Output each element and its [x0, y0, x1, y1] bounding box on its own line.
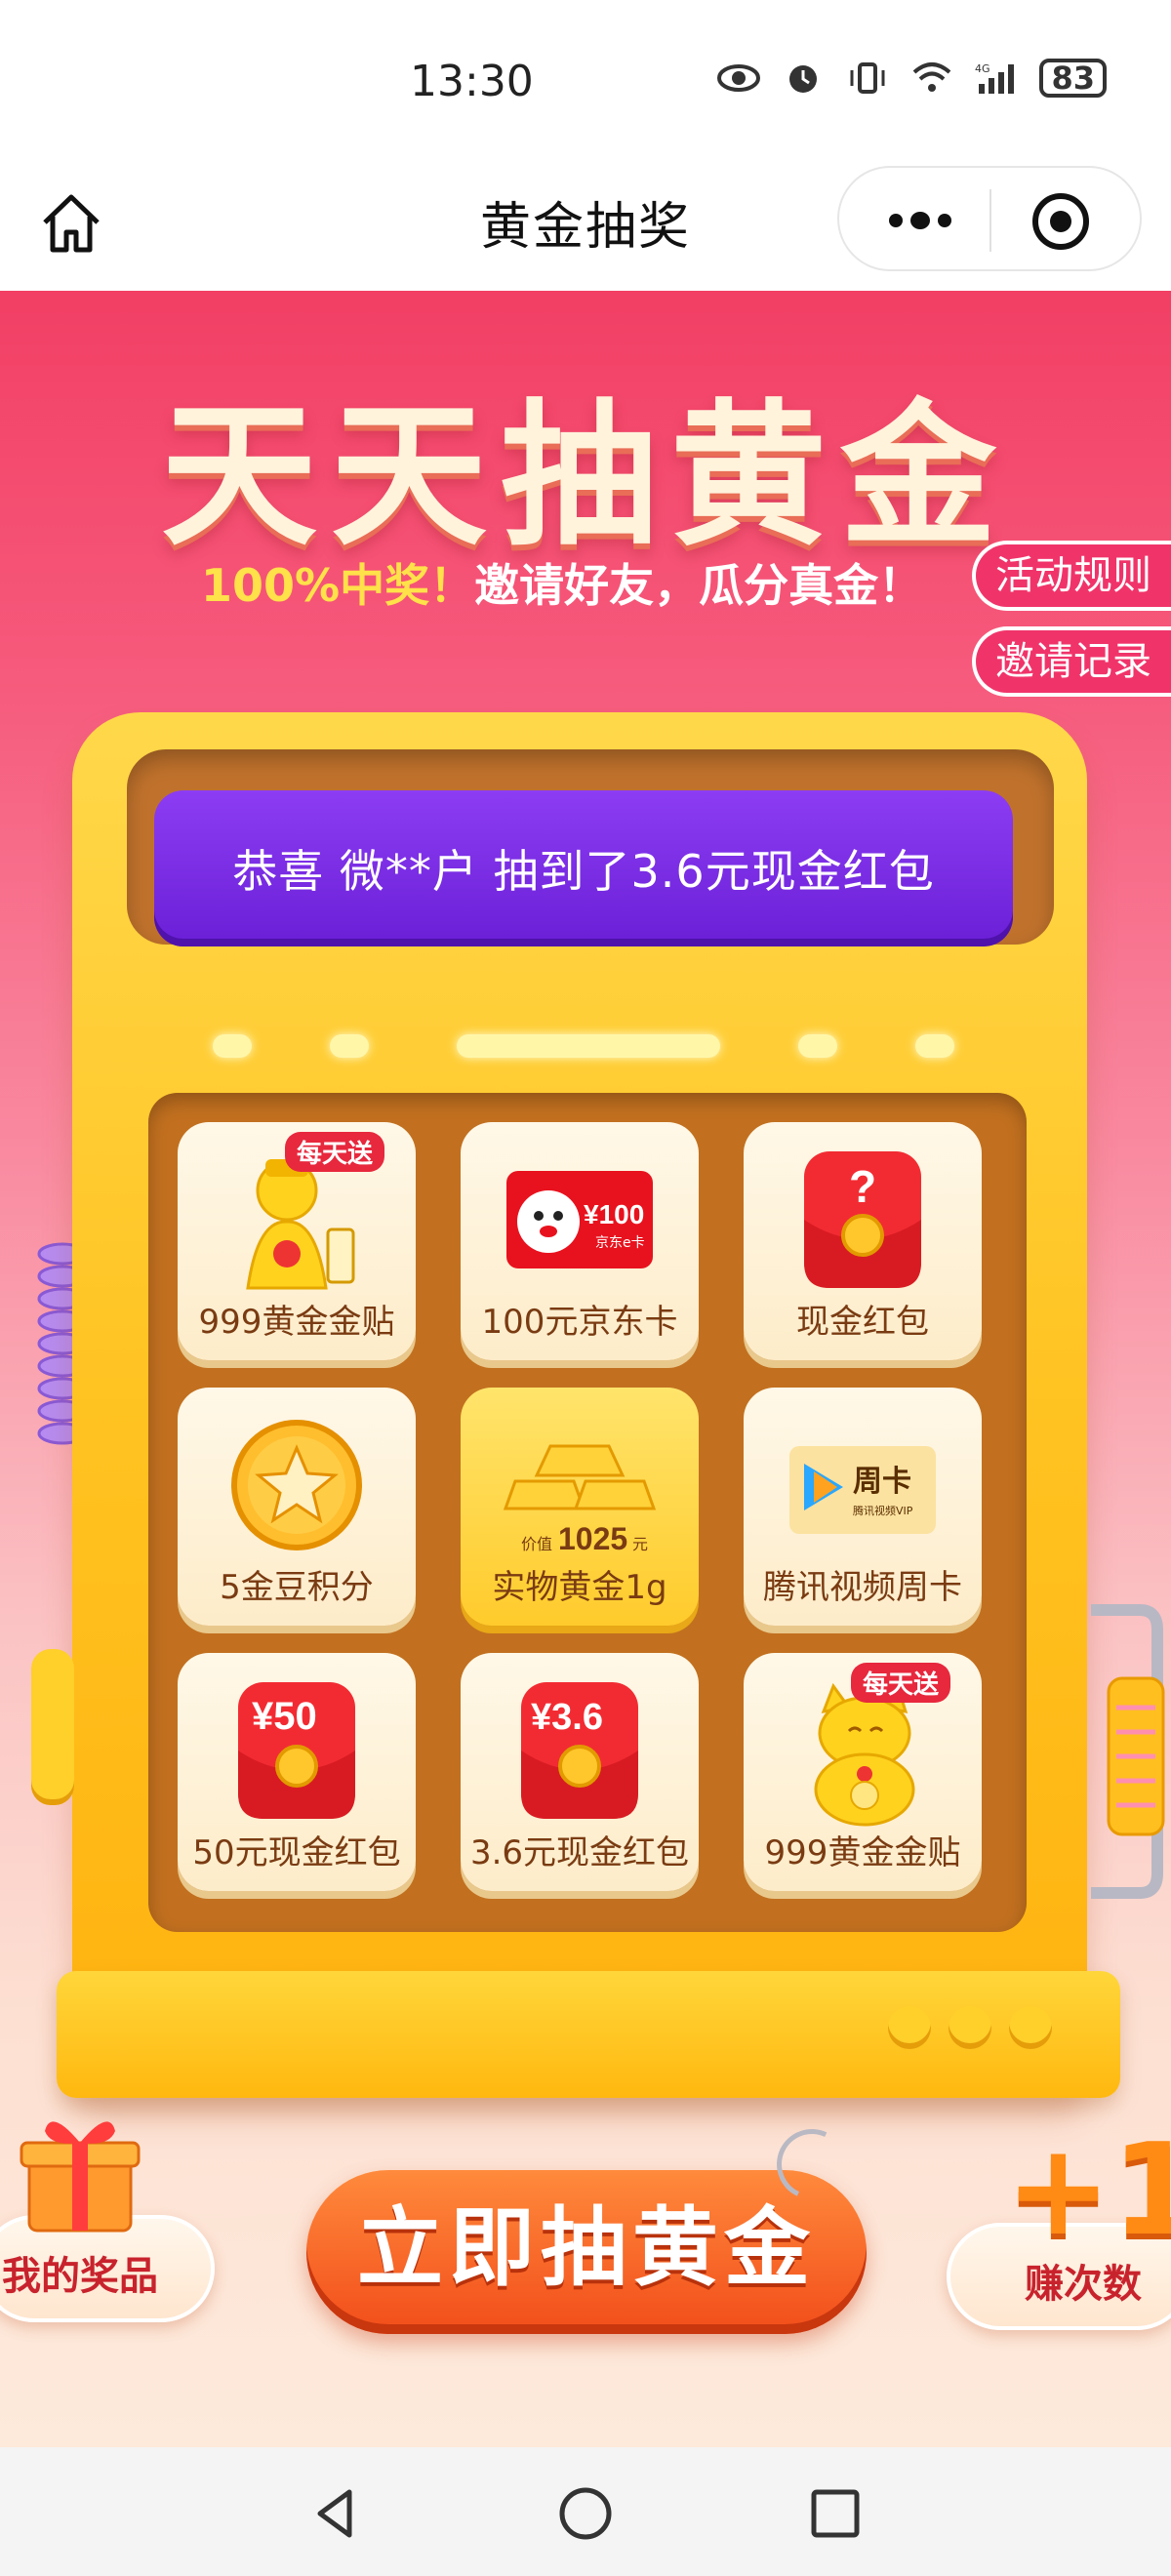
lottery-main: 天天抽黄金 100%中奖！邀请好友，瓜分真金！ 活动规则 邀请记录 恭喜 微**…	[0, 291, 1171, 2447]
light-dot	[213, 1034, 252, 1058]
subtitle-text: 邀请好友，瓜分真金！	[474, 559, 924, 612]
back-icon[interactable]	[306, 2484, 365, 2543]
prize-label: 999黄金金贴	[198, 1303, 395, 1342]
jd-card-icon: ¥100 京东e卡	[506, 1171, 653, 1268]
close-target-icon[interactable]	[1030, 191, 1091, 252]
value-number: 1025	[558, 1521, 627, 1556]
battery-indicator: 83	[1039, 59, 1107, 98]
prize-label: 3.6元现金红包	[469, 1833, 690, 1872]
system-nav-bar	[0, 2447, 1171, 2576]
side-knob	[31, 1649, 74, 1805]
prize-label: 实物黄金1g	[492, 1568, 667, 1607]
light-dot	[915, 1034, 954, 1058]
rules-tab[interactable]: 活动规则	[972, 541, 1171, 611]
light-bar	[457, 1034, 720, 1058]
base-dot	[888, 2006, 931, 2049]
prize-cell-center: 价值 1025 元 实物黄金1g	[461, 1388, 699, 1626]
invite-records-tab[interactable]: 邀请记录	[972, 626, 1171, 697]
plus-one-label: +1	[1005, 2115, 1171, 2264]
card-subtitle: 京东e卡	[595, 1235, 645, 1251]
gift-box-icon	[20, 2121, 141, 2233]
prize-cell: 每天送 999黄金金贴	[744, 1653, 982, 1891]
status-icons: 4G 83	[717, 59, 1107, 98]
value-unit: 元	[632, 1535, 648, 1553]
subtitle: 100%中奖！邀请好友，瓜分真金！	[201, 550, 923, 615]
base-dot	[1009, 2006, 1052, 2049]
recents-icon[interactable]	[806, 2484, 865, 2543]
card-value: ¥100	[584, 1199, 644, 1229]
prize-cell: ¥100 京东e卡 100元京东卡	[461, 1122, 699, 1360]
prize-label: 100元京东卡	[481, 1303, 678, 1342]
value-prefix: 价值	[521, 1535, 552, 1553]
prize-label: 腾讯视频周卡	[763, 1568, 962, 1607]
draw-now-button[interactable]: 立即抽黄金	[306, 2170, 867, 2334]
prize-grid: 每天送 999黄金金贴 ¥100 京东e卡 100元京东卡 ? 现金红包 5金豆…	[148, 1093, 1027, 1932]
prize-cell: 5金豆积分	[178, 1388, 416, 1626]
gold-coin-star-icon	[231, 1420, 362, 1550]
light-strip	[213, 1034, 974, 1064]
my-prizes-label: 我的奖品	[2, 2254, 158, 2299]
winner-ticker: 恭喜 微**户 抽到了3.6元现金红包	[154, 790, 1013, 946]
prize-label: 现金红包	[796, 1303, 929, 1342]
my-prizes-button[interactable]: 我的奖品	[0, 2108, 224, 2322]
mystery-red-packet-icon: ?	[804, 1151, 921, 1288]
light-dot	[330, 1034, 369, 1058]
status-bar: 13:30 4G 83	[0, 0, 1171, 166]
base-dot	[949, 2006, 991, 2049]
daily-badge: 每天送	[850, 1663, 950, 1703]
signal-icon: 4G	[975, 62, 1015, 94]
vibrate-icon	[850, 62, 885, 94]
prize-label: 5金豆积分	[220, 1568, 374, 1607]
card-subtitle: 腾讯视频VIP	[853, 1504, 913, 1517]
wifi-icon	[913, 62, 951, 92]
lottery-machine: 恭喜 微**户 抽到了3.6元现金红包 每天送 999黄金金贴 ¥100 京东e…	[31, 712, 1165, 2108]
nav-bar: 黄金抽奖	[0, 166, 1171, 291]
red-packet-50-icon: ¥50	[238, 1682, 355, 1819]
more-icon[interactable]	[886, 201, 954, 240]
prize-cell: 每天送 999黄金金贴	[178, 1122, 416, 1360]
prize-cell: ¥50 50元现金红包	[178, 1653, 416, 1891]
base-buttons	[888, 2006, 1052, 2049]
red-packet-3-6-icon: ¥3.6	[521, 1682, 638, 1819]
mini-program-capsule	[837, 166, 1142, 271]
home-circle-icon[interactable]	[556, 2484, 615, 2543]
prize-cell: ? 现金红包	[744, 1122, 982, 1360]
daily-badge: 每天送	[284, 1132, 384, 1172]
mystery-mark: ?	[849, 1161, 876, 1212]
status-time: 13:30	[410, 57, 534, 106]
prize-cell: ¥3.6 3.6元现金红包	[461, 1653, 699, 1891]
red-packet-amount: ¥50	[252, 1695, 317, 1738]
red-packet-amount: ¥3.6	[531, 1697, 603, 1738]
lever-handle	[1091, 1604, 1165, 1899]
subtitle-highlight: 100%中奖！	[201, 559, 475, 612]
eye-icon	[717, 64, 761, 92]
capsule-divider	[989, 189, 991, 252]
tencent-video-icon: 周卡 腾讯视频VIP	[789, 1446, 936, 1534]
light-dot	[798, 1034, 837, 1058]
earn-chances-button[interactable]: +1 赚次数	[947, 2115, 1171, 2330]
network-type-label: 4G	[975, 62, 990, 75]
earn-chances-label: 赚次数	[1025, 2262, 1142, 2307]
prize-label: 999黄金金贴	[764, 1833, 961, 1872]
card-title: 周卡	[853, 1465, 911, 1499]
prize-cell: 周卡 腾讯视频VIP 腾讯视频周卡	[744, 1388, 982, 1626]
prize-label: 50元现金红包	[192, 1833, 401, 1872]
alarm-icon	[789, 65, 818, 93]
gold-bars-icon: 价值 1025 元	[503, 1444, 657, 1556]
